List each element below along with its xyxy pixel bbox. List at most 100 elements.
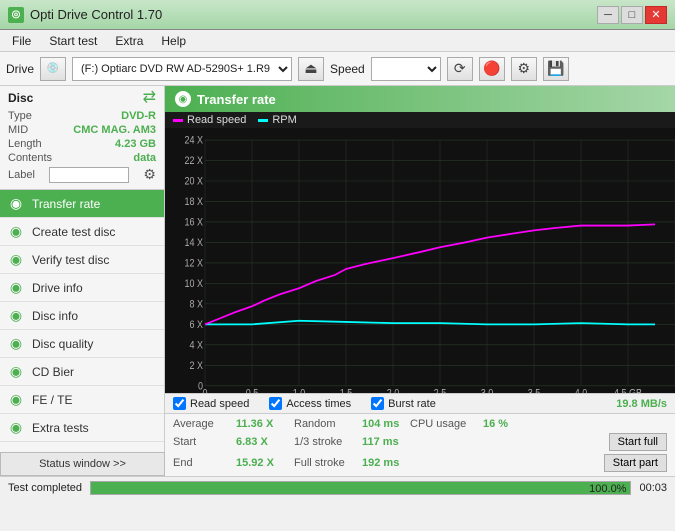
verify-test-disc-icon: ◉ bbox=[8, 251, 24, 268]
nav-transfer-rate[interactable]: ◉ Transfer rate bbox=[0, 190, 164, 218]
refresh-button[interactable]: ⟳ bbox=[447, 57, 473, 81]
disc-length-value: 4.23 GB bbox=[115, 138, 156, 150]
close-button[interactable]: ✕ bbox=[645, 6, 667, 24]
transfer-rate-icon: ◉ bbox=[8, 195, 24, 212]
chart-checkboxes: Read speed Access times Burst rate 19.8 … bbox=[165, 393, 675, 414]
nav-fe-te[interactable]: ◉ FE / TE bbox=[0, 386, 164, 414]
save-button[interactable]: 💾 bbox=[543, 57, 569, 81]
disc-quality-icon: ◉ bbox=[8, 335, 24, 352]
svg-text:4.5 GB: 4.5 GB bbox=[614, 388, 642, 393]
disc-panel-title: Disc bbox=[8, 91, 33, 105]
burst-rate-value: 19.8 MB/s bbox=[616, 398, 667, 410]
progress-percent: 100.0% bbox=[589, 482, 626, 496]
menu-extra[interactable]: Extra bbox=[107, 32, 151, 50]
burst-rate-checkbox[interactable] bbox=[371, 397, 384, 410]
end-label: End bbox=[173, 457, 228, 469]
disc-label-input[interactable] bbox=[49, 167, 129, 183]
sidebar: Disc ⇄ Type DVD-R MID CMC MAG. AM3 Lengt… bbox=[0, 86, 165, 476]
full-stroke-value: 192 ms bbox=[362, 457, 402, 469]
disc-info-icon: ◉ bbox=[8, 307, 24, 324]
disc-length-label: Length bbox=[8, 138, 42, 150]
checkbox-read-speed[interactable]: Read speed bbox=[173, 397, 249, 410]
disc-refresh-button[interactable]: ⇄ bbox=[143, 90, 156, 106]
average-label: Average bbox=[173, 418, 228, 430]
random-label: Random bbox=[294, 418, 354, 430]
read-speed-checkbox-label: Read speed bbox=[190, 398, 249, 410]
svg-text:2.5: 2.5 bbox=[434, 388, 447, 393]
legend-read-speed: Read speed bbox=[173, 114, 246, 126]
start-full-button[interactable]: Start full bbox=[609, 433, 667, 451]
full-stroke-label: Full stroke bbox=[294, 457, 354, 469]
drive-info-icon: ◉ bbox=[8, 279, 24, 296]
start-label: Start bbox=[173, 436, 228, 448]
svg-text:24 X: 24 X bbox=[184, 135, 203, 147]
drive-icon-btn: 💿 bbox=[40, 57, 66, 81]
chart-legend: Read speed RPM bbox=[165, 112, 675, 128]
legend-read-speed-dot bbox=[173, 119, 183, 122]
svg-text:1.5: 1.5 bbox=[340, 388, 353, 393]
eject-button[interactable]: ⏏ bbox=[298, 57, 324, 81]
disc-type-label: Type bbox=[8, 110, 32, 122]
nav-extra-tests-label: Extra tests bbox=[32, 421, 89, 435]
svg-text:3.0: 3.0 bbox=[481, 388, 494, 393]
legend-rpm-label: RPM bbox=[272, 114, 296, 126]
svg-text:10 X: 10 X bbox=[184, 278, 203, 290]
status-time: 00:03 bbox=[639, 482, 667, 494]
checkbox-burst-rate[interactable]: Burst rate bbox=[371, 397, 436, 410]
minimize-button[interactable]: ─ bbox=[597, 6, 619, 24]
svg-text:6 X: 6 X bbox=[189, 319, 203, 331]
random-value: 104 ms bbox=[362, 418, 402, 430]
svg-text:2 X: 2 X bbox=[189, 360, 203, 372]
menu-file[interactable]: File bbox=[4, 32, 39, 50]
speed-select[interactable] bbox=[371, 57, 441, 81]
menu-bar: File Start test Extra Help bbox=[0, 30, 675, 52]
end-value: 15.92 X bbox=[236, 457, 286, 469]
status-window-button[interactable]: Status window >> bbox=[0, 452, 165, 476]
disc-contents-value: data bbox=[133, 152, 156, 164]
toolbar: Drive 💿 (F:) Optiarc DVD RW AD-5290S+ 1.… bbox=[0, 52, 675, 86]
checkbox-access-times[interactable]: Access times bbox=[269, 397, 351, 410]
status-bar: Test completed 100.0% 00:03 bbox=[0, 476, 675, 498]
nav-extra-tests[interactable]: ◉ Extra tests bbox=[0, 414, 164, 442]
nav-disc-quality[interactable]: ◉ Disc quality bbox=[0, 330, 164, 358]
access-times-checkbox[interactable] bbox=[269, 397, 282, 410]
chart-canvas: 24 X 22 X 20 X 18 X 16 X 14 X 12 X 10 X … bbox=[165, 128, 675, 393]
nav-drive-info[interactable]: ◉ Drive info bbox=[0, 274, 164, 302]
start-part-button[interactable]: Start part bbox=[604, 454, 667, 472]
menu-start-test[interactable]: Start test bbox=[41, 32, 105, 50]
chart-area: ◉ Transfer rate Read speed RPM bbox=[165, 86, 675, 476]
settings-button[interactable]: ⚙ bbox=[511, 57, 537, 81]
disc-mid-label: MID bbox=[8, 124, 28, 136]
app-title: Opti Drive Control 1.70 bbox=[30, 7, 162, 22]
nav-create-test-disc[interactable]: ◉ Create test disc bbox=[0, 218, 164, 246]
svg-text:20 X: 20 X bbox=[184, 176, 203, 188]
status-text: Test completed bbox=[8, 482, 82, 494]
nav-cd-bier-label: CD Bier bbox=[32, 365, 74, 379]
create-test-disc-icon: ◉ bbox=[8, 223, 24, 240]
app-icon: ◎ bbox=[8, 7, 24, 23]
svg-text:14 X: 14 X bbox=[184, 237, 203, 249]
cd-bier-icon: ◉ bbox=[8, 363, 24, 380]
disc-type-value: DVD-R bbox=[121, 110, 156, 122]
read-speed-checkbox[interactable] bbox=[173, 397, 186, 410]
label-settings-icon[interactable]: ⚙ bbox=[143, 166, 156, 183]
nav-verify-test-disc-label: Verify test disc bbox=[32, 253, 109, 267]
disc-mid-value: CMC MAG. AM3 bbox=[73, 124, 156, 136]
nav-disc-info-label: Disc info bbox=[32, 309, 78, 323]
nav-transfer-rate-label: Transfer rate bbox=[32, 197, 100, 211]
start-value: 6.83 X bbox=[236, 436, 286, 448]
erase-button[interactable]: 🔴 bbox=[479, 57, 505, 81]
svg-text:0: 0 bbox=[202, 388, 207, 393]
nav-disc-info[interactable]: ◉ Disc info bbox=[0, 302, 164, 330]
chart-header-icon: ◉ bbox=[175, 91, 191, 107]
menu-help[interactable]: Help bbox=[153, 32, 194, 50]
nav-cd-bier[interactable]: ◉ CD Bier bbox=[0, 358, 164, 386]
drive-select[interactable]: (F:) Optiarc DVD RW AD-5290S+ 1.R9 bbox=[72, 57, 292, 81]
drive-label: Drive bbox=[6, 62, 34, 76]
maximize-button[interactable]: □ bbox=[621, 6, 643, 24]
nav-verify-test-disc[interactable]: ◉ Verify test disc bbox=[0, 246, 164, 274]
burst-rate-checkbox-label: Burst rate bbox=[388, 398, 436, 410]
disc-panel: Disc ⇄ Type DVD-R MID CMC MAG. AM3 Lengt… bbox=[0, 86, 164, 190]
one-third-stroke-label: 1/3 stroke bbox=[294, 436, 354, 448]
svg-text:0.5: 0.5 bbox=[246, 388, 259, 393]
